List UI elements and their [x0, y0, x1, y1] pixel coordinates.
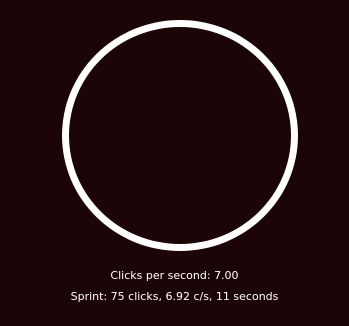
- clicks-per-second-label: Clicks per second: 7.00: [110, 269, 239, 282]
- click-target-ring[interactable]: [62, 20, 298, 251]
- sprint-summary-label: Sprint: 75 clicks, 6.92 c/s, 11 seconds: [70, 290, 279, 303]
- click-game: Clicks per second: 7.00 Sprint: 75 click…: [0, 0, 349, 326]
